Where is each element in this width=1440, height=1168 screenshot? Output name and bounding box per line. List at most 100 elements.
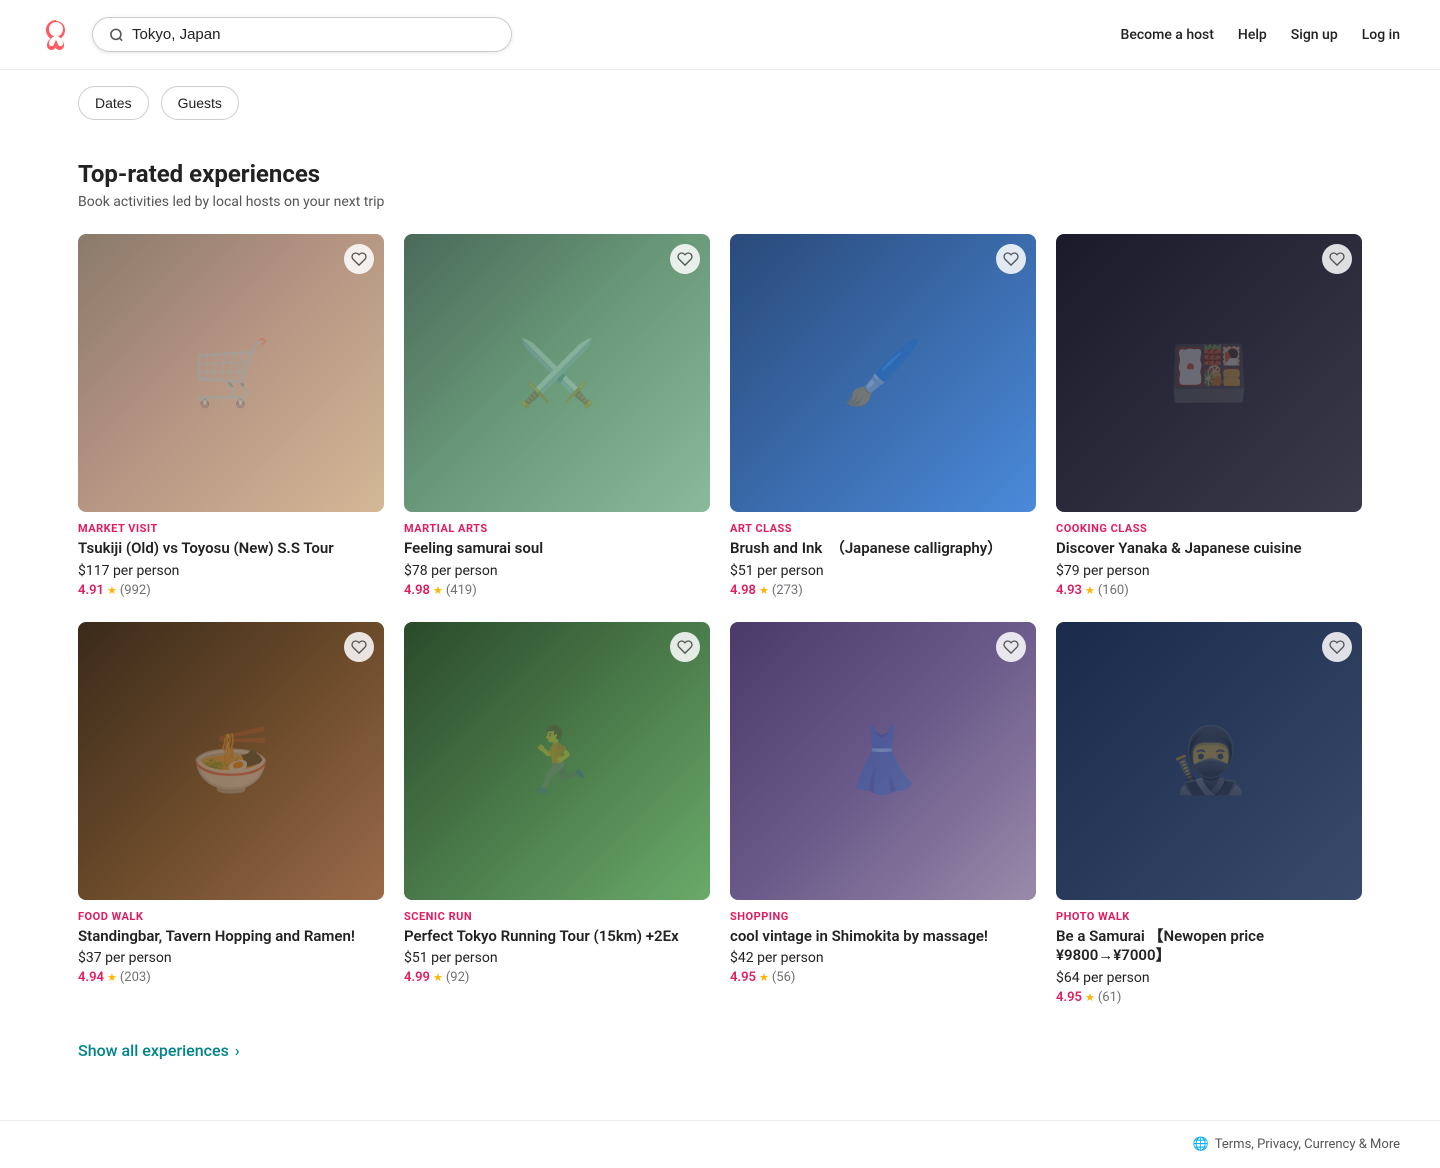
star-icon-6: ★ (433, 971, 443, 984)
card-category-5: FOOD WALK (78, 910, 384, 923)
card-rating-2: 4.98 ★ (419) (404, 583, 710, 598)
card-title-7: cool vintage in Shimokita by massage! (730, 927, 1036, 947)
card-category-7: SHOPPING (730, 910, 1036, 923)
rating-num-7: 4.95 (730, 970, 756, 985)
review-count-6: (92) (446, 970, 470, 985)
star-icon-4: ★ (1085, 584, 1095, 597)
main-content: Top-rated experiences Book activities le… (0, 136, 1440, 1120)
rating-num-8: 4.95 (1056, 990, 1082, 1005)
card-price-7: $42 per person (730, 950, 1036, 966)
filters-bar: Dates Guests (0, 70, 1440, 136)
card-image-6: 🏃 (404, 622, 710, 900)
footer-links-text[interactable]: Terms, Privacy, Currency & More (1215, 1137, 1400, 1152)
rating-num-5: 4.94 (78, 970, 104, 985)
star-icon-3: ★ (759, 584, 769, 597)
card-price-2: $78 per person (404, 563, 710, 579)
card-title-3: Brush and Ink （Japanese calligraphy） (730, 539, 1036, 559)
wishlist-button-8[interactable] (1322, 632, 1352, 662)
experience-card-2[interactable]: ⚔️ MARTIAL ARTS Feeling samurai soul $78… (404, 234, 710, 602)
card-price-6: $51 per person (404, 950, 710, 966)
experience-card-4[interactable]: 🍱 COOKING CLASS Discover Yanaka & Japane… (1056, 234, 1362, 602)
rating-num-2: 4.98 (404, 583, 430, 598)
header-left: Tokyo, Japan (40, 17, 512, 52)
show-all-label: Show all experiences (78, 1041, 229, 1060)
card-image-5: 🍜 (78, 622, 384, 900)
search-input[interactable]: Tokyo, Japan (132, 26, 495, 43)
card-price-4: $79 per person (1056, 563, 1362, 579)
card-rating-8: 4.95 ★ (61) (1056, 990, 1362, 1005)
card-info-7: SHOPPING cool vintage in Shimokita by ma… (730, 900, 1036, 990)
card-category-1: MARKET VISIT (78, 522, 384, 535)
review-count-3: (273) (772, 583, 803, 598)
card-title-4: Discover Yanaka & Japanese cuisine (1056, 539, 1362, 559)
card-title-2: Feeling samurai soul (404, 539, 710, 559)
section-subtitle: Book activities led by local hosts on yo… (78, 194, 1362, 210)
wishlist-button-4[interactable] (1322, 244, 1352, 274)
rating-num-6: 4.99 (404, 970, 430, 985)
card-title-1: Tsukiji (Old) vs Toyosu (New) S.S Tour (78, 539, 384, 559)
log-in-link[interactable]: Log in (1362, 27, 1400, 43)
sign-up-link[interactable]: Sign up (1291, 27, 1338, 43)
card-rating-1: 4.91 ★ (992) (78, 583, 384, 598)
show-all-experiences-link[interactable]: Show all experiences › (78, 1041, 1362, 1060)
show-all-arrow: › (235, 1041, 240, 1060)
dates-filter[interactable]: Dates (78, 86, 149, 120)
card-category-6: SCENIC RUN (404, 910, 710, 923)
card-category-4: COOKING CLASS (1056, 522, 1362, 535)
experience-card-7[interactable]: 👗 SHOPPING cool vintage in Shimokita by … (730, 622, 1036, 1009)
wishlist-button-5[interactable] (344, 632, 374, 662)
experience-card-6[interactable]: 🏃 SCENIC RUN Perfect Tokyo Running Tour … (404, 622, 710, 1009)
wishlist-button-6[interactable] (670, 632, 700, 662)
star-icon-1: ★ (107, 584, 117, 597)
become-host-link[interactable]: Become a host (1121, 27, 1214, 43)
card-rating-5: 4.94 ★ (203) (78, 970, 384, 985)
wishlist-button-3[interactable] (996, 244, 1026, 274)
card-rating-7: 4.95 ★ (56) (730, 970, 1036, 985)
wishlist-button-2[interactable] (670, 244, 700, 274)
card-info-4: COOKING CLASS Discover Yanaka & Japanese… (1056, 512, 1362, 602)
footer: 🌐 Terms, Privacy, Currency & More (0, 1120, 1440, 1168)
card-image-2: ⚔️ (404, 234, 710, 512)
experience-card-1[interactable]: 🛒 MARKET VISIT Tsukiji (Old) vs Toyosu (… (78, 234, 384, 602)
experiences-grid: 🛒 MARKET VISIT Tsukiji (Old) vs Toyosu (… (78, 234, 1362, 1009)
card-image-8: 🥷 (1056, 622, 1362, 900)
card-category-8: PHOTO WALK (1056, 910, 1362, 923)
card-title-6: Perfect Tokyo Running Tour (15km) +2Ex (404, 927, 710, 947)
card-rating-6: 4.99 ★ (92) (404, 970, 710, 985)
help-link[interactable]: Help (1238, 27, 1267, 43)
search-bar[interactable]: Tokyo, Japan (92, 17, 512, 52)
wishlist-button-7[interactable] (996, 632, 1026, 662)
star-icon-5: ★ (107, 971, 117, 984)
star-icon-2: ★ (433, 584, 443, 597)
review-count-4: (160) (1098, 583, 1129, 598)
star-icon-8: ★ (1085, 991, 1095, 1004)
guests-filter[interactable]: Guests (161, 86, 239, 120)
card-price-5: $37 per person (78, 950, 384, 966)
rating-num-4: 4.93 (1056, 583, 1082, 598)
wishlist-button-1[interactable] (344, 244, 374, 274)
card-info-1: MARKET VISIT Tsukiji (Old) vs Toyosu (Ne… (78, 512, 384, 602)
review-count-5: (203) (120, 970, 151, 985)
rating-num-1: 4.91 (78, 583, 104, 598)
review-count-1: (992) (120, 583, 151, 598)
card-image-3: 🖌️ (730, 234, 1036, 512)
card-price-1: $117 per person (78, 563, 384, 579)
airbnb-logo[interactable] (40, 19, 72, 51)
card-image-4: 🍱 (1056, 234, 1362, 512)
review-count-8: (61) (1098, 990, 1122, 1005)
footer-links: 🌐 Terms, Privacy, Currency & More (1193, 1137, 1400, 1152)
card-rating-3: 4.98 ★ (273) (730, 583, 1036, 598)
card-info-5: FOOD WALK Standingbar, Tavern Hopping an… (78, 900, 384, 990)
header: Tokyo, Japan Become a host Help Sign up … (0, 0, 1440, 70)
card-info-6: SCENIC RUN Perfect Tokyo Running Tour (1… (404, 900, 710, 990)
experience-card-5[interactable]: 🍜 FOOD WALK Standingbar, Tavern Hopping … (78, 622, 384, 1009)
rating-num-3: 4.98 (730, 583, 756, 598)
card-info-8: PHOTO WALK Be a Samurai 【Newopen price ¥… (1056, 900, 1362, 1009)
review-count-2: (419) (446, 583, 477, 598)
experience-card-8[interactable]: 🥷 PHOTO WALK Be a Samurai 【Newopen price… (1056, 622, 1362, 1009)
experience-card-3[interactable]: 🖌️ ART CLASS Brush and Ink （Japanese cal… (730, 234, 1036, 602)
card-info-2: MARTIAL ARTS Feeling samurai soul $78 pe… (404, 512, 710, 602)
section-title: Top-rated experiences (78, 160, 1362, 188)
card-category-2: MARTIAL ARTS (404, 522, 710, 535)
header-nav: Become a host Help Sign up Log in (1121, 27, 1400, 43)
